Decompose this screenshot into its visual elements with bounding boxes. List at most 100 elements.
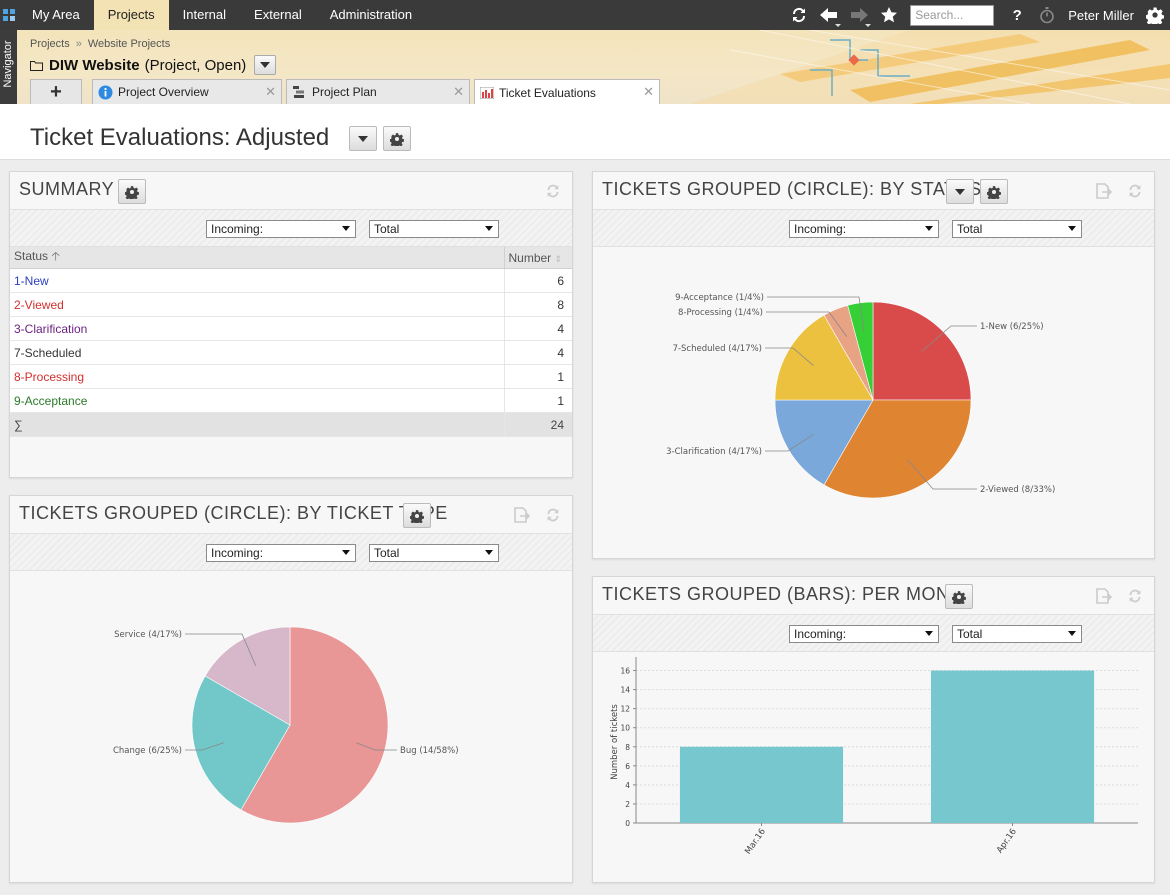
menu-internal[interactable]: Internal: [169, 0, 240, 30]
incoming-select[interactable]: Incoming:: [789, 625, 939, 643]
incoming-select[interactable]: Incoming:: [206, 544, 356, 562]
status-cell[interactable]: 2-Viewed: [10, 292, 504, 317]
chevron-down-icon: [260, 62, 271, 68]
total-select[interactable]: Total: [952, 625, 1082, 643]
summary-table: Status 🡡 Number ⇕ 1-New 6 2-Viewed 8 3-Clari…: [10, 247, 572, 437]
total-select[interactable]: Total: [369, 544, 499, 562]
refresh-icon[interactable]: [784, 0, 814, 30]
user-name[interactable]: Peter Miller: [1068, 8, 1134, 23]
y-tick-label: 16: [620, 667, 630, 676]
help-icon[interactable]: ?: [1002, 0, 1032, 30]
pie-slice-label: Change (6/25%): [113, 746, 182, 756]
tab-project-plan[interactable]: Project Plan ✕: [286, 79, 470, 104]
y-tick-label: 6: [625, 762, 630, 771]
summary-filter-bar: Incoming: Total: [10, 209, 572, 247]
page-settings-button[interactable]: [383, 126, 411, 151]
summary-panel: SUMMARY Incoming: Total Status 🡡 Number …: [9, 171, 573, 478]
close-icon[interactable]: ✕: [265, 84, 276, 100]
status-cell[interactable]: 9-Acceptance: [10, 388, 504, 413]
number-column-header[interactable]: Number ⇕: [503, 247, 572, 269]
menu-projects[interactable]: Projects: [93, 0, 169, 30]
export-icon[interactable]: [1092, 180, 1114, 202]
tab-project-overview[interactable]: Project Overview ✕: [92, 79, 282, 104]
status-cell[interactable]: 8-Processing: [10, 364, 504, 389]
bar[interactable]: [679, 746, 844, 823]
app-logo-icon[interactable]: [0, 0, 18, 30]
status-settings-button[interactable]: [980, 179, 1008, 204]
project-name: DIW Website: [49, 56, 140, 74]
folder-icon: [30, 60, 43, 71]
project-dropdown-button[interactable]: [254, 55, 277, 75]
pie-slice-label: 9-Acceptance (1/4%): [675, 293, 764, 303]
y-tick-label: 12: [620, 705, 630, 714]
settings-gear-icon[interactable]: [1140, 0, 1170, 30]
status-cell[interactable]: 3-Clarification: [10, 316, 504, 341]
navigator-toggle[interactable]: Navigator: [0, 30, 17, 104]
y-tick-label: 8: [625, 743, 630, 752]
favorites-star-icon[interactable]: [874, 0, 904, 30]
search-input[interactable]: [910, 4, 995, 26]
y-tick-label: 4: [625, 781, 630, 790]
header-decoration: [690, 30, 1170, 104]
close-icon[interactable]: ✕: [453, 84, 464, 100]
breadcrumb-projects[interactable]: Projects: [30, 38, 70, 50]
gear-icon: [952, 590, 966, 604]
number-cell: 4: [503, 316, 572, 341]
table-row[interactable]: 7-Scheduled 4: [10, 340, 572, 365]
refresh-icon[interactable]: [542, 504, 564, 526]
ticket-type-filter-bar: Incoming: Total: [10, 533, 572, 571]
total-select[interactable]: Total: [952, 220, 1082, 238]
back-arrow-icon[interactable]: [814, 0, 844, 30]
status-cell[interactable]: 1-New: [10, 268, 504, 293]
page-dropdown-button[interactable]: [349, 126, 377, 151]
status-cell[interactable]: 7-Scheduled: [10, 340, 504, 365]
ticket-type-panel: TICKETS GROUPED (CIRCLE): BY TICKET TYPE…: [9, 495, 573, 883]
x-tick-label: Mar.16: [743, 827, 768, 856]
menu-external[interactable]: External: [240, 0, 316, 30]
pie-slice-label: 3-Clarification (4/17%): [666, 447, 762, 457]
incoming-select[interactable]: Incoming:: [206, 220, 356, 238]
sort-icon[interactable]: ⇕: [555, 254, 563, 264]
number-cell: 6: [503, 268, 572, 293]
breadcrumb-website-projects[interactable]: Website Projects: [88, 38, 170, 50]
tab-ticket-evaluations[interactable]: Ticket Evaluations ✕: [474, 79, 660, 104]
refresh-icon[interactable]: [1124, 585, 1146, 607]
add-tab-button[interactable]: +: [30, 79, 82, 104]
close-icon[interactable]: ✕: [643, 84, 654, 100]
forward-arrow-icon[interactable]: [844, 0, 874, 30]
table-row[interactable]: 2-Viewed 8: [10, 292, 572, 317]
menu-administration[interactable]: Administration: [316, 0, 426, 30]
top-bar: My Area Projects Internal External Admin…: [0, 0, 1170, 30]
y-tick-label: 0: [625, 819, 630, 828]
refresh-icon[interactable]: [542, 180, 564, 202]
menu-my-area[interactable]: My Area: [18, 0, 94, 30]
export-icon[interactable]: [510, 504, 532, 526]
status-pie-chart: 1-New (6/25%) 2-Viewed (8/33%) 3-Clarifica…: [666, 293, 1055, 499]
x-tick-label: Apr.16: [995, 827, 1019, 855]
info-icon: [98, 85, 113, 99]
status-dropdown-button[interactable]: [946, 179, 974, 204]
status-column-header[interactable]: Status 🡡: [10, 247, 504, 269]
sort-asc-icon[interactable]: 🡡: [51, 249, 60, 263]
export-icon[interactable]: [1092, 585, 1114, 607]
number-cell: 8: [503, 292, 572, 317]
bar[interactable]: [930, 670, 1095, 823]
refresh-icon[interactable]: [1124, 180, 1146, 202]
summary-settings-button[interactable]: [118, 179, 146, 204]
pie-slice-label: 7-Scheduled (4/17%): [673, 344, 762, 354]
table-row[interactable]: 8-Processing 1: [10, 364, 572, 389]
table-row[interactable]: 1-New 6: [10, 268, 572, 293]
month-settings-button[interactable]: [945, 584, 973, 609]
ticket-type-pie-chart: Bug (14/58%) Change (6/25%) Service (4/17%…: [113, 626, 459, 824]
table-row[interactable]: 9-Acceptance 1: [10, 388, 572, 413]
summary-title: SUMMARY: [19, 179, 115, 199]
status-filter-bar: Incoming: Total: [593, 209, 1154, 247]
incoming-select[interactable]: Incoming:: [789, 220, 939, 238]
sum-symbol: ∑: [10, 412, 504, 437]
gear-icon: [125, 185, 139, 199]
total-select[interactable]: Total: [369, 220, 499, 238]
ticket-type-settings-button[interactable]: [403, 503, 431, 528]
gear-icon: [390, 132, 404, 146]
table-row[interactable]: 3-Clarification 4: [10, 316, 572, 341]
stopwatch-icon[interactable]: [1032, 0, 1062, 30]
